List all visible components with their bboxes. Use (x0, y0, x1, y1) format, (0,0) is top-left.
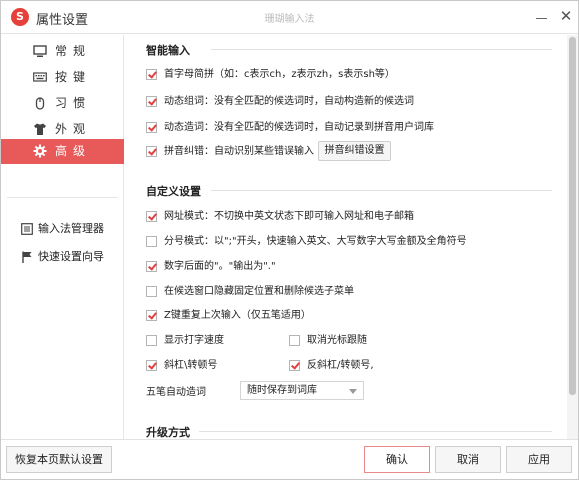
option-label: 反斜杠/转顿号, (307, 360, 374, 371)
sidebar-item-advanced[interactable]: 高级 (1, 139, 124, 164)
section-title-upgrade: 升级方式 (146, 426, 190, 439)
sidebar-divider (7, 197, 118, 198)
checkbox[interactable] (146, 96, 157, 107)
sidebar: 常规 按键 习惯 外观 高级 输入法管理器 快速设置向导 (1, 35, 124, 439)
option-label: 显示打字速度 (164, 335, 224, 346)
window-center-title: 珊瑚输入法 (264, 14, 315, 25)
close-button[interactable]: ✕ (559, 8, 573, 24)
settings-window: S 属性设置 珊瑚输入法 ✕ 常规 按键 习惯 外观 高级 输入法管理器 快速设… (0, 0, 579, 480)
chevron-down-icon (349, 389, 357, 394)
select-value: 随时保存到词库 (247, 385, 317, 396)
option-label: 分号模式：以";"开头，快速输入英文、大写数字大写金额及全角符号 (164, 236, 467, 247)
pinyin-correction-settings-button[interactable]: 拼音纠错设置 (318, 141, 391, 161)
title-bar: S 属性设置 珊瑚输入法 ✕ (1, 1, 578, 34)
wubi-auto-word-label: 五笔自动造词 (146, 387, 206, 398)
scrollbar-thumb[interactable] (569, 37, 576, 395)
option-label: 首字母简拼（如：c表示ch，z表示zh，s表示sh等） (164, 69, 395, 80)
wubi-auto-word-select[interactable]: 随时保存到词库 (240, 381, 364, 400)
sidebar-item-ime-manager[interactable]: 输入法管理器 (1, 218, 124, 240)
keyboard-icon (33, 72, 47, 82)
section-divider (211, 190, 552, 191)
checkbox[interactable] (146, 146, 157, 157)
cancel-button[interactable]: 取消 (435, 446, 501, 473)
gear-icon (33, 144, 47, 158)
section-divider (199, 431, 552, 432)
confirm-button[interactable]: 确认 (364, 446, 430, 473)
sidebar-item-label: 习惯 (55, 96, 92, 110)
checkbox[interactable] (146, 69, 157, 80)
settings-content: 智能输入 首字母简拼（如：c表示ch，z表示zh，s表示sh等） 动态组词：没有… (125, 35, 566, 439)
sidebar-item-quick-setup[interactable]: 快速设置向导 (1, 246, 124, 268)
option-label: 动态造词：没有全匹配的候选词时，自动记录到拼音用户词库 (164, 122, 434, 133)
content-scrollbar[interactable] (567, 35, 578, 439)
option-label: 取消光标跟随 (307, 335, 367, 346)
apply-button[interactable]: 应用 (506, 446, 572, 473)
option-label: 拼音纠错：自动识别某些错误输入 (164, 146, 314, 157)
option-label: 斜杠\转顿号 (164, 360, 218, 371)
checkbox[interactable] (146, 122, 157, 133)
sidebar-item-appearance[interactable]: 外观 (1, 117, 124, 141)
sidebar-item-label: 输入法管理器 (38, 222, 104, 235)
option-label: Z键重复上次输入（仅五笔适用） (164, 310, 311, 321)
checkbox[interactable] (146, 261, 157, 272)
sidebar-item-habits[interactable]: 习惯 (1, 91, 124, 115)
minimize-button[interactable] (535, 9, 549, 25)
sidebar-item-general[interactable]: 常规 (1, 39, 124, 63)
monitor-icon (33, 45, 47, 57)
option-label: 在候选窗口隐藏固定位置和删除候选子菜单 (164, 286, 354, 297)
section-title-smart-input: 智能输入 (146, 44, 190, 57)
checkbox[interactable] (289, 335, 300, 346)
sidebar-item-label: 外观 (55, 122, 92, 136)
sidebar-item-keys[interactable]: 按键 (1, 65, 124, 89)
checkbox[interactable] (146, 335, 157, 346)
checkbox[interactable] (289, 360, 300, 371)
sidebar-item-label: 高级 (55, 144, 92, 158)
option-label: 网址模式：不切换中英文状态下即可输入网址和电子邮箱 (164, 211, 414, 222)
mouse-icon (35, 97, 45, 110)
option-label: 数字后面的"。"输出为"." (164, 261, 276, 272)
checkbox[interactable] (146, 286, 157, 297)
shirt-icon (34, 123, 46, 135)
list-icon (21, 223, 33, 235)
checkbox[interactable] (146, 360, 157, 371)
flag-icon (22, 251, 32, 263)
option-label: 动态组词：没有全匹配的候选词时，自动构造新的候选词 (164, 96, 414, 107)
footer: 恢复本页默认设置 确认 取消 应用 (1, 439, 578, 479)
restore-defaults-button[interactable]: 恢复本页默认设置 (6, 446, 112, 473)
section-title-custom: 自定义设置 (146, 185, 201, 198)
checkbox[interactable] (146, 236, 157, 247)
sidebar-item-label: 快速设置向导 (38, 250, 104, 263)
checkbox[interactable] (146, 310, 157, 321)
section-divider (211, 49, 552, 50)
checkbox[interactable] (146, 211, 157, 222)
sidebar-item-label: 常规 (55, 44, 92, 58)
sidebar-item-label: 按键 (55, 70, 92, 84)
